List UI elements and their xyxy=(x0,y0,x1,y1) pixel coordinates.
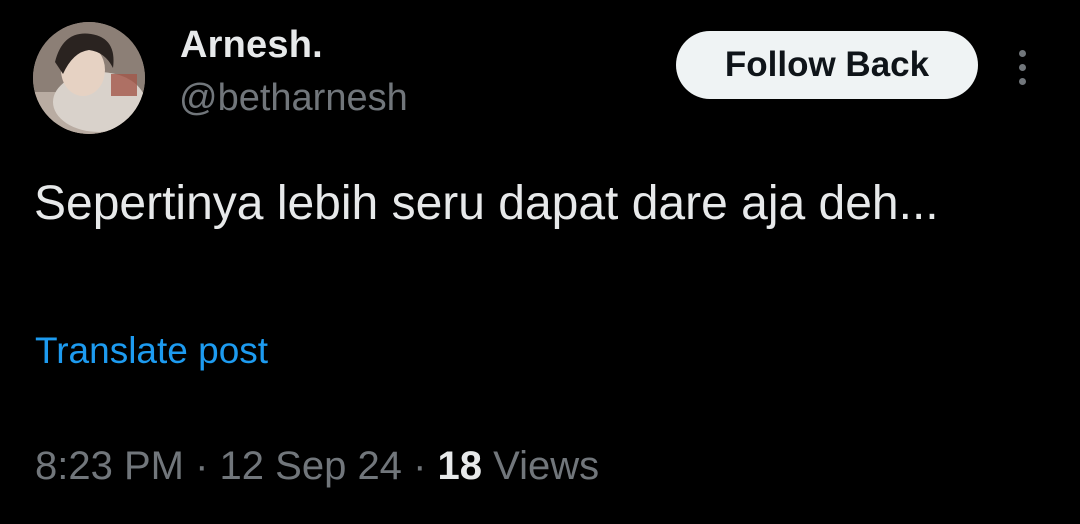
more-vertical-icon[interactable] xyxy=(1010,48,1036,88)
post-text: Sepertinya lebih seru dapat dare aja deh… xyxy=(34,177,939,230)
post-time[interactable]: 8:23 PM xyxy=(35,444,184,488)
separator-dot: · xyxy=(195,444,209,488)
post-metadata: 8:23 PM · 12 Sep 24 · 18 Views xyxy=(35,444,599,489)
user-handle[interactable]: @betharnesh xyxy=(179,77,408,120)
separator-dot: · xyxy=(413,444,427,488)
follow-back-button[interactable]: Follow Back xyxy=(676,31,978,99)
translate-post-link[interactable]: Translate post xyxy=(35,330,268,372)
display-name[interactable]: Arnesh. xyxy=(180,24,323,67)
post-date[interactable]: 12 Sep 24 xyxy=(220,444,402,488)
views-count[interactable]: 18 xyxy=(438,444,483,488)
avatar[interactable] xyxy=(33,22,145,134)
profile-photo-icon xyxy=(33,22,145,134)
views-label: Views xyxy=(493,444,600,488)
